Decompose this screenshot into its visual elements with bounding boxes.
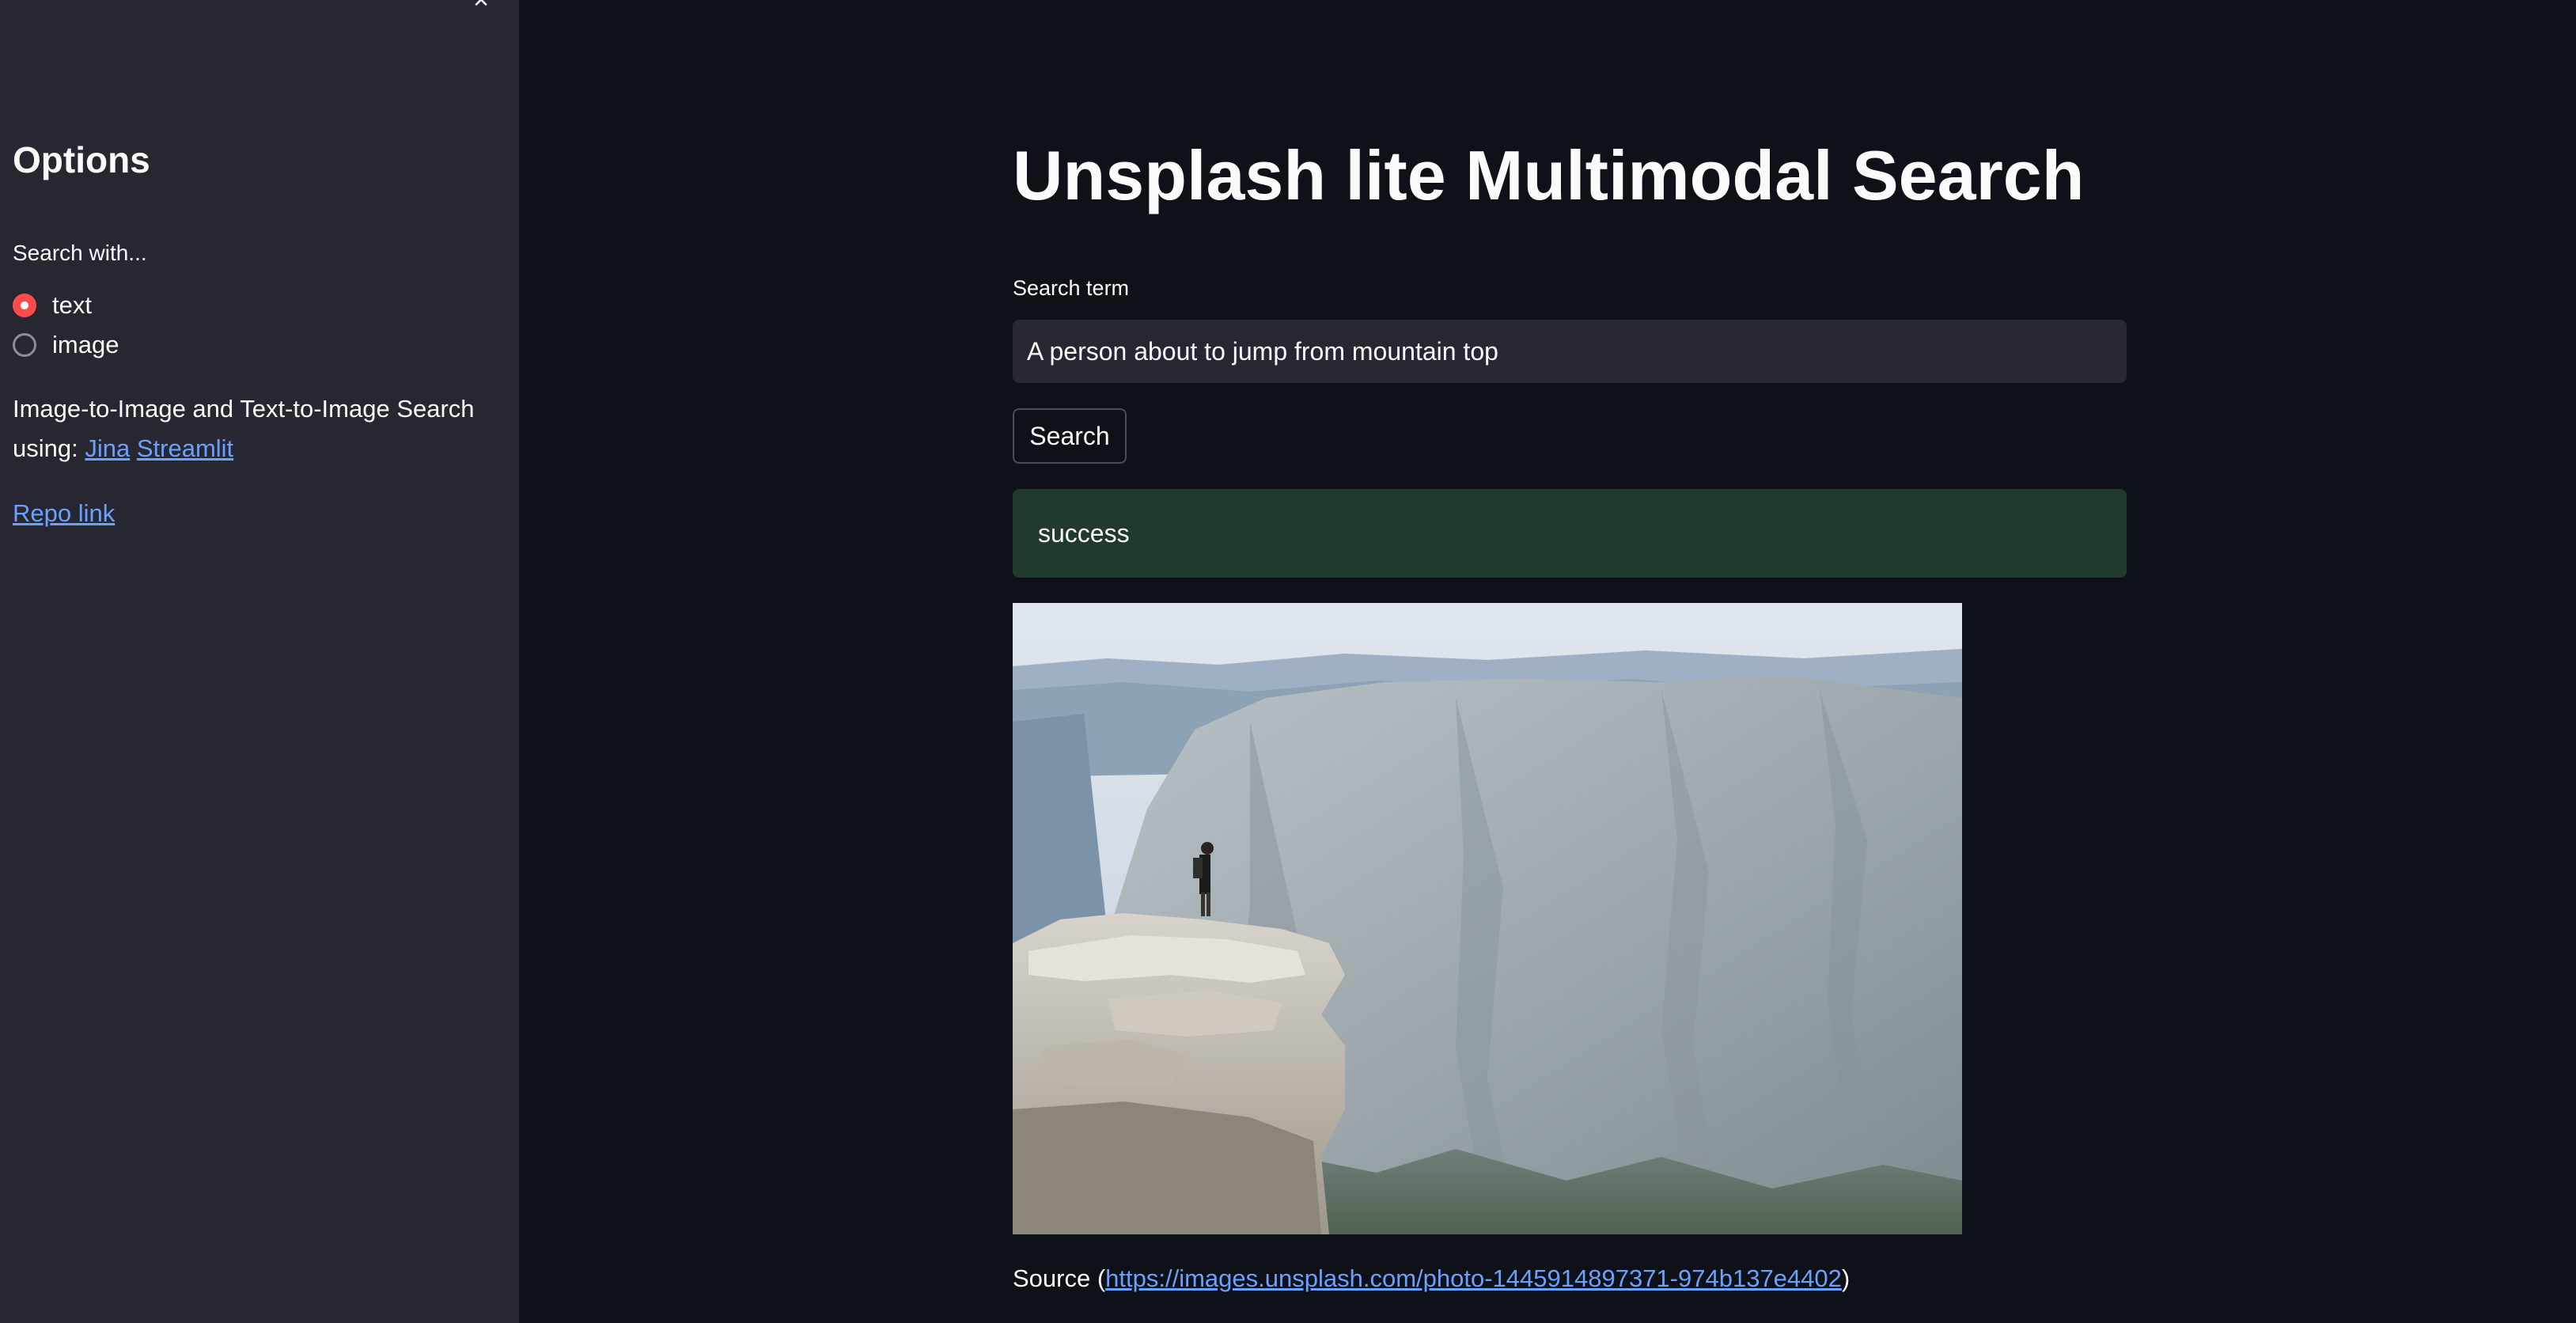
image-source-link[interactable]: https://images.unsplash.com/photo-144591…	[1105, 1264, 1842, 1292]
description-text: Image-to-Image and Text-to-Image Search …	[13, 395, 475, 462]
page-title: Unsplash lite Multimodal Search	[1013, 136, 2085, 214]
streamlit-link[interactable]: Streamlit	[137, 434, 233, 462]
success-alert: success	[1013, 489, 2127, 578]
search-term-label: Search term	[1013, 276, 1130, 300]
radio-unchecked-icon[interactable]	[13, 333, 36, 357]
caption-prefix: Source (	[1013, 1264, 1106, 1292]
radio-option-text[interactable]: text	[13, 288, 92, 323]
radio-checked-icon[interactable]	[13, 294, 36, 317]
status-message: success	[1038, 518, 1130, 548]
sidebar-description: Image-to-Image and Text-to-Image Search …	[13, 389, 495, 468]
repo-link[interactable]: Repo link	[13, 494, 115, 533]
radio-option-image[interactable]: image	[13, 328, 119, 362]
radio-option-label: text	[52, 291, 92, 319]
radio-option-label: image	[52, 331, 119, 358]
jina-link[interactable]: Jina	[85, 434, 130, 462]
close-icon[interactable]: ×	[465, 0, 497, 13]
search-input[interactable]	[1013, 320, 2127, 383]
mountain-photo	[1013, 603, 1962, 1234]
radio-group-label: Search with...	[13, 241, 147, 265]
result-image	[1013, 603, 1962, 1234]
sidebar: × Options Search with... text image Imag…	[0, 0, 519, 1323]
caption-suffix: )	[1841, 1264, 1851, 1292]
app-root: × Options Search with... text image Imag…	[0, 0, 2576, 1323]
image-caption: Source (https://images.unsplash.com/phot…	[1013, 1260, 1850, 1298]
search-button[interactable]: Search	[1013, 408, 1127, 464]
sidebar-title: Options	[13, 139, 150, 180]
